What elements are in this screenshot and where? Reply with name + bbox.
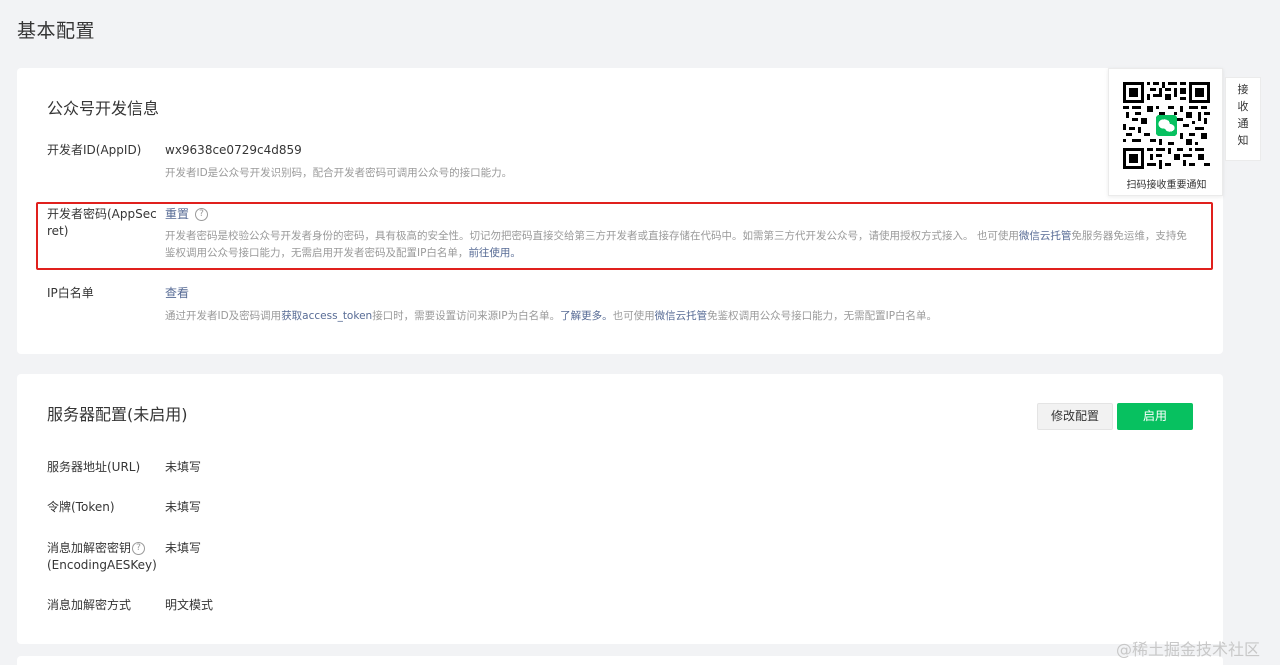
- appid-desc: 开发者ID是公众号开发识别码，配合开发者密码可调用公众号的接口能力。: [165, 167, 513, 179]
- token-value: 未填写: [165, 500, 202, 514]
- view-ip-whitelist-link[interactable]: 查看: [165, 286, 189, 300]
- server-config-card: 服务器配置(未启用) 修改配置 启用 服务器地址(URL) 未填写 令牌(Tok…: [17, 374, 1223, 644]
- cloud-hosting-link-2[interactable]: 微信云托管: [655, 310, 708, 322]
- server-config-title: 服务器配置(未启用): [47, 405, 188, 424]
- qr-code-image: [1123, 82, 1210, 169]
- highlight-annotation-box: [36, 202, 1213, 270]
- encrypt-mode-value: 明文模式: [165, 598, 214, 612]
- qr-caption: 扫码接收重要通知: [1126, 180, 1207, 191]
- aes-key-label: 消息加解密密钥? (EncodingAESKey): [47, 540, 157, 574]
- page-title: 基本配置: [17, 20, 96, 42]
- token-label: 令牌(Token): [47, 500, 115, 514]
- access-token-link[interactable]: 获取access_token: [281, 310, 372, 322]
- ip-desc-text-2: 接口时，需要设置访问来源IP为白名单。: [372, 310, 561, 322]
- next-card: [17, 656, 1223, 665]
- ip-whitelist-desc: 通过开发者ID及密码调用获取access_token接口时，需要设置访问来源IP…: [165, 306, 937, 327]
- aes-key-value: 未填写: [165, 541, 202, 555]
- enable-button[interactable]: 启用: [1117, 403, 1193, 430]
- notify-char: 接: [1237, 83, 1249, 96]
- ip-whitelist-label: IP白名单: [47, 286, 94, 300]
- help-icon[interactable]: ?: [132, 542, 146, 555]
- aes-key-label-line2: (EncodingAESKey): [47, 558, 157, 572]
- notify-char: 知: [1237, 134, 1249, 147]
- ip-whitelist-actions: 查看: [165, 285, 189, 302]
- appid-value: wx9638ce0729c4d859: [165, 143, 302, 157]
- appid-label: 开发者ID(AppID): [47, 143, 142, 157]
- aes-key-label-line1: 消息加解密密钥: [47, 541, 132, 555]
- ip-desc-text-4: 免鉴权调用公众号接口能力，无需配置IP白名单。: [707, 310, 938, 322]
- receive-notification-tab[interactable]: 接 收 通 知: [1225, 77, 1261, 161]
- learn-more-link[interactable]: 了解更多。: [560, 310, 613, 322]
- encrypt-mode-label: 消息加解密方式: [47, 598, 132, 612]
- ip-desc-text-3: 也可使用: [612, 310, 655, 322]
- notify-char: 收: [1237, 100, 1249, 113]
- watermark: @稀土掘金技术社区: [1116, 640, 1261, 659]
- notify-char: 通: [1237, 117, 1249, 130]
- qr-notify-panel: 扫码接收重要通知: [1108, 68, 1223, 196]
- dev-info-title: 公众号开发信息: [47, 99, 160, 118]
- server-url-value: 未填写: [165, 460, 202, 474]
- modify-config-button[interactable]: 修改配置: [1037, 403, 1113, 430]
- server-url-label: 服务器地址(URL): [47, 460, 141, 474]
- ip-desc-text-1: 通过开发者ID及密码调用: [165, 310, 282, 322]
